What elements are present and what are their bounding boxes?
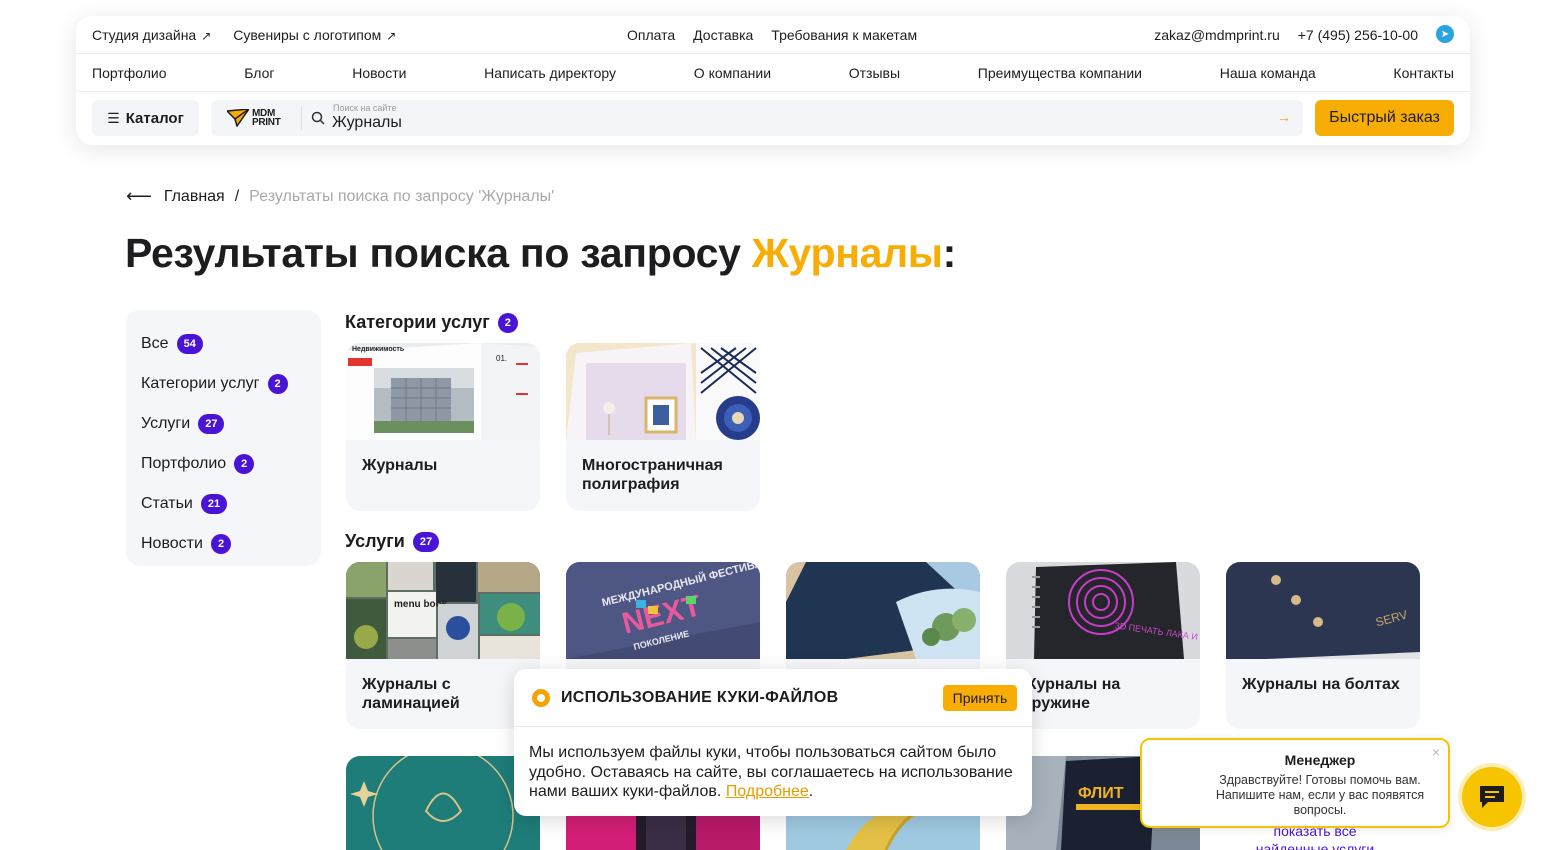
page-title: Результаты поиска по запросу Журналы:: [125, 230, 956, 276]
service-card-laminated[interactable]: menu book Журналы с ламинацией: [346, 562, 540, 729]
chat-bubble-icon: [1480, 786, 1504, 808]
service-card-6[interactable]: [346, 756, 540, 850]
filter-news[interactable]: Новости 2: [141, 524, 306, 564]
nav-advantages[interactable]: Преимущества компании: [978, 65, 1142, 81]
search-icon: [311, 111, 325, 125]
svg-text:Недвижимость: Недвижимость: [352, 346, 405, 353]
nav-team[interactable]: Наша команда: [1220, 65, 1316, 81]
nav-contacts[interactable]: Контакты: [1393, 65, 1453, 81]
quick-order-button[interactable]: Быстрый заказ: [1315, 100, 1454, 136]
card-image: SERV: [1226, 562, 1420, 659]
card-title: Многостраничная полиграфия: [582, 457, 723, 493]
search-input[interactable]: [332, 114, 1232, 132]
telegram-icon[interactable]: ➤: [1436, 25, 1454, 43]
header-top-row: Студия дизайна ↗ Сувениры с логотипом ↗ Оп…: [76, 16, 1470, 54]
card-image: [346, 756, 540, 850]
search-submit-arrow-icon[interactable]: →: [1277, 109, 1291, 125]
souvenirs-link[interactable]: Сувениры с логотипом ↗: [233, 27, 396, 43]
svg-text:ФЛИТ: ФЛИТ: [1078, 785, 1124, 802]
filter-articles[interactable]: Статьи 21: [141, 484, 306, 524]
catalog-label: Каталог: [125, 109, 184, 127]
cookie-icon: [532, 689, 550, 707]
email-link[interactable]: zakaz@mdmprint.ru: [1154, 27, 1279, 43]
card-title: Журналы: [362, 457, 438, 474]
categories-section-title: Категории услуг 2: [345, 312, 518, 333]
card-image: [786, 562, 980, 659]
card-title: Журналы на болтах: [1242, 676, 1400, 693]
chat-message: Здравствуйте! Готовы помочь вам. Напишит…: [1215, 773, 1425, 817]
delivery-link[interactable]: Доставка: [693, 27, 753, 43]
external-arrow-icon: ↗: [386, 29, 397, 43]
filter-all[interactable]: Все 54: [141, 324, 306, 364]
result-filters: Все 54 Категории услуг 2 Услуги 27 Портфоли…: [126, 310, 321, 566]
count-badge: 54: [176, 334, 203, 354]
nav-about[interactable]: О компании: [694, 65, 771, 81]
breadcrumb: ⟵ Главная / Результаты поиска по запросу…: [126, 186, 554, 207]
external-arrow-icon: ↗: [201, 29, 212, 43]
search-label: Поиск на сайте: [333, 103, 397, 113]
breadcrumb-home[interactable]: Главная: [164, 188, 225, 206]
nav-reviews[interactable]: Отзывы: [849, 65, 900, 81]
card-image: Недвижимость 01.: [346, 343, 540, 440]
service-card-spiral[interactable]: 3D ПЕЧАТЬ ЛАКА И ФОЛЬГИ Журналы на пружи…: [1006, 562, 1200, 729]
nav-portfolio[interactable]: Портфолио: [92, 65, 167, 81]
category-card-multipage[interactable]: Многостраничная полиграфия: [566, 343, 760, 511]
service-card-bolts[interactable]: SERV Журналы на болтах: [1226, 562, 1420, 729]
catalog-button[interactable]: ☰ Каталог: [92, 100, 199, 136]
divider: [301, 106, 302, 130]
cookie-more-link[interactable]: Подробнее: [726, 783, 809, 800]
nav-blog[interactable]: Блог: [244, 65, 274, 81]
chat-popup[interactable]: × Менеджер Здравствуйте! Готовы помочь в…: [1140, 738, 1450, 828]
card-image: 3D ПЕЧАТЬ ЛАКА И ФОЛЬГИ: [1006, 562, 1200, 659]
mdm-print-logo[interactable]: MDM PRINT: [227, 106, 287, 130]
paper-plane-icon: [227, 109, 249, 127]
design-studio-link[interactable]: Студия дизайна ↗: [92, 27, 211, 43]
nav-news[interactable]: Новости: [352, 65, 406, 81]
breadcrumb-separator: /: [234, 187, 240, 205]
layout-requirements-link[interactable]: Требования к макетам: [771, 27, 917, 43]
site-header: Студия дизайна ↗ Сувениры с логотипом ↗ Оп…: [76, 16, 1470, 145]
svg-text:01.: 01.: [496, 354, 507, 363]
back-arrow-icon[interactable]: ⟵: [126, 186, 152, 207]
count-badge: 27: [412, 531, 440, 552]
filter-portfolio[interactable]: Портфолио 2: [141, 444, 306, 484]
cookie-title: ИСПОЛЬЗОВАНИЕ КУКИ-ФАЙЛОВ: [561, 689, 839, 706]
close-icon[interactable]: ×: [1432, 744, 1440, 760]
count-badge: 2: [267, 374, 288, 394]
phone-link[interactable]: +7 (495) 256-10-00: [1298, 27, 1418, 43]
count-badge: 2: [497, 312, 518, 333]
chat-manager-name: Менеджер: [1284, 752, 1356, 768]
nav-write-director[interactable]: Написать директору: [484, 65, 616, 81]
breadcrumb-current: Результаты поиска по запросу 'Журналы': [249, 187, 555, 205]
menu-icon: ☰: [107, 109, 120, 126]
cookie-banner: ИСПОЛЬЗОВАНИЕ КУКИ-ФАЙЛОВ Принять Мы исп…: [514, 669, 1032, 816]
count-badge: 27: [198, 414, 225, 434]
services-section-title: Услуги 27: [345, 531, 440, 552]
card-image: [566, 343, 760, 440]
cookie-text: Мы используем файлы куки, чтобы пользова…: [529, 744, 1013, 800]
filter-categories[interactable]: Категории услуг 2: [141, 364, 306, 404]
cookie-accept-button[interactable]: Принять: [943, 685, 1017, 711]
card-title: Журналы на пружине: [1022, 676, 1121, 712]
search-query-highlight: Журналы: [751, 230, 943, 276]
category-card-magazines[interactable]: Недвижимость 01. Журналы: [346, 343, 540, 511]
card-title: Журналы с ламинацией: [362, 676, 460, 712]
count-badge: 21: [200, 494, 228, 514]
filter-services[interactable]: Услуги 27: [141, 404, 306, 444]
payment-link[interactable]: Оплата: [627, 27, 675, 43]
header-search-row: ☰ Каталог MDMPRINT Поиск на сайте → Быст…: [76, 92, 1470, 145]
chat-open-button[interactable]: [1462, 767, 1522, 827]
search-box: MDMPRINT Поиск на сайте →: [211, 100, 1303, 136]
count-badge: 2: [210, 534, 232, 554]
card-image: МЕЖДУНАРОДНЫЙ ФЕСТИВАЛЬ NEXT ПОКОЛЕНИЕ: [566, 562, 760, 659]
count-badge: 2: [234, 454, 255, 474]
main-nav: Портфолио Блог Новости Написать директор…: [76, 54, 1470, 92]
card-image: menu book: [346, 562, 540, 659]
